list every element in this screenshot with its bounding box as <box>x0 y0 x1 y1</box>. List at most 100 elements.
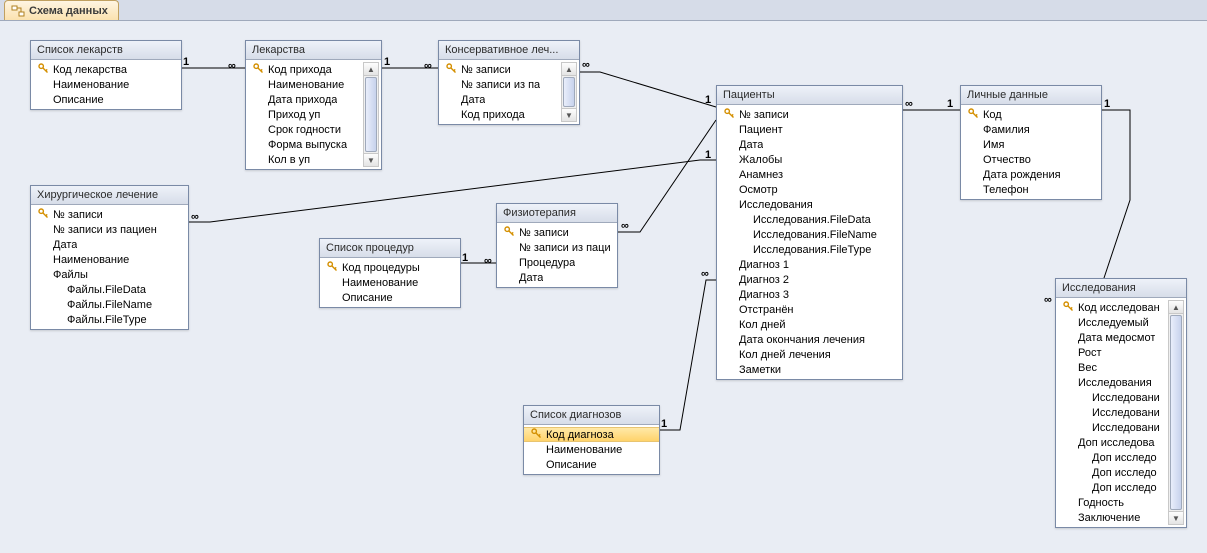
field-row[interactable]: Дата <box>439 92 563 107</box>
field-row[interactable]: Имя <box>961 137 1101 152</box>
scroll-thumb[interactable] <box>1170 315 1182 510</box>
scrollbar[interactable]: ▲▼ <box>561 62 577 122</box>
field-row[interactable]: Диагноз 1 <box>717 257 902 272</box>
table-title[interactable]: Пациенты <box>717 86 902 105</box>
scroll-thumb[interactable] <box>365 77 377 152</box>
table-fizioterapiya[interactable]: Физиотерапия № записи№ записи из пациПроц… <box>496 203 618 288</box>
scroll-down-icon[interactable]: ▼ <box>562 108 576 121</box>
field-row[interactable]: Кол в уп <box>246 152 365 167</box>
field-row[interactable]: Отстранён <box>717 302 902 317</box>
field-row[interactable]: Диагноз 3 <box>717 287 902 302</box>
field-row[interactable]: Код процедуры <box>320 260 460 275</box>
table-patsienty[interactable]: Пациенты№ записиПациентДатаЖалобыАнамнез… <box>716 85 903 380</box>
field-row[interactable]: Форма выпуска <box>246 137 365 152</box>
field-row[interactable]: № записи из па <box>439 77 563 92</box>
table-spisok-lekarstv[interactable]: Список лекарств Код лекарстваНаименование… <box>30 40 182 110</box>
scrollbar[interactable]: ▲▼ <box>1168 300 1184 525</box>
table-title[interactable]: Список процедур <box>320 239 460 258</box>
tab-schema[interactable]: Схема данных <box>4 0 119 20</box>
field-row[interactable]: Код прихода <box>246 62 365 77</box>
scroll-up-icon[interactable]: ▲ <box>364 63 378 76</box>
field-row[interactable]: Дата <box>497 270 617 285</box>
field-row[interactable]: Кол дней <box>717 317 902 332</box>
field-row[interactable]: Дата <box>717 137 902 152</box>
field-row[interactable]: Отчество <box>961 152 1101 167</box>
field-row[interactable]: Код исследован <box>1056 300 1170 315</box>
table-hirurgicheskoe[interactable]: Хирургическое лечение№ записи№ записи из… <box>30 185 189 330</box>
scroll-down-icon[interactable]: ▼ <box>1169 511 1183 524</box>
field-row[interactable]: Доп исследо <box>1056 465 1170 480</box>
field-row[interactable]: Фамилия <box>961 122 1101 137</box>
field-row[interactable]: Код прихода <box>439 107 563 122</box>
field-row[interactable]: −Файлы <box>31 267 188 282</box>
field-row[interactable]: Вес <box>1056 360 1170 375</box>
field-row[interactable]: Исследовани <box>1056 405 1170 420</box>
table-lichnye-dannye[interactable]: Личные данные КодФамилияИмяОтчествоДата р… <box>960 85 1102 200</box>
relationships-canvas[interactable]: { "tab": { "title": "Схема данных" }, "r… <box>0 0 1207 553</box>
field-row[interactable]: Исследуемый <box>1056 315 1170 330</box>
field-row[interactable]: −Исследования <box>717 197 902 212</box>
field-row[interactable]: № записи <box>497 225 617 240</box>
field-row[interactable]: Наименование <box>246 77 365 92</box>
field-row[interactable]: № записи из паци <box>497 240 617 255</box>
field-row[interactable]: Файлы.FileType <box>31 312 188 327</box>
field-row[interactable]: Наименование <box>31 77 181 92</box>
field-row[interactable]: Код диагноза <box>524 427 659 442</box>
field-row[interactable]: Кол дней лечения <box>717 347 902 362</box>
field-row[interactable]: Дата медосмот <box>1056 330 1170 345</box>
field-row[interactable]: Наименование <box>320 275 460 290</box>
scrollbar[interactable]: ▲▼ <box>363 62 379 167</box>
table-title[interactable]: Лекарства <box>246 41 381 60</box>
field-row[interactable]: Файлы.FileData <box>31 282 188 297</box>
table-issledovaniya[interactable]: Исследования Код исследованИсследуемыйДат… <box>1055 278 1187 528</box>
field-row[interactable]: −Исследования <box>1056 375 1170 390</box>
field-row[interactable]: Дата <box>31 237 188 252</box>
field-row[interactable]: Наименование <box>31 252 188 267</box>
field-row[interactable]: Заключение <box>1056 510 1170 525</box>
scroll-up-icon[interactable]: ▲ <box>562 63 576 76</box>
field-row[interactable]: Исследовани <box>1056 390 1170 405</box>
table-title[interactable]: Список лекарств <box>31 41 181 60</box>
field-row[interactable]: Осмотр <box>717 182 902 197</box>
table-title[interactable]: Физиотерапия <box>497 204 617 223</box>
field-row[interactable]: Анамнез <box>717 167 902 182</box>
table-konservativnoe[interactable]: Консервативное леч... № записи№ записи из… <box>438 40 580 125</box>
field-row[interactable]: № записи <box>439 62 563 77</box>
field-row[interactable]: Доп исследо <box>1056 450 1170 465</box>
field-row[interactable]: Наименование <box>524 442 659 457</box>
field-row[interactable]: Дата прихода <box>246 92 365 107</box>
table-title[interactable]: Консервативное леч... <box>439 41 579 60</box>
field-row[interactable]: Исследования.FileType <box>717 242 902 257</box>
scroll-down-icon[interactable]: ▼ <box>364 153 378 166</box>
field-row[interactable]: Исследования.FileName <box>717 227 902 242</box>
field-row[interactable]: № записи из пациен <box>31 222 188 237</box>
table-lekarstva[interactable]: Лекарства Код приходаНаименованиеДата при… <box>245 40 382 170</box>
table-title[interactable]: Исследования <box>1056 279 1186 298</box>
field-row[interactable]: Годность <box>1056 495 1170 510</box>
field-row[interactable]: Код <box>961 107 1101 122</box>
field-row[interactable]: Доп исследо <box>1056 480 1170 495</box>
field-row[interactable]: Диагноз 2 <box>717 272 902 287</box>
field-row[interactable]: Исследовани <box>1056 420 1170 435</box>
field-row[interactable]: № записи <box>31 207 188 222</box>
field-row[interactable]: Дата рождения <box>961 167 1101 182</box>
scroll-up-icon[interactable]: ▲ <box>1169 301 1183 314</box>
field-row[interactable]: Процедура <box>497 255 617 270</box>
field-row[interactable]: Код лекарства <box>31 62 181 77</box>
field-row[interactable]: Описание <box>524 457 659 472</box>
table-title[interactable]: Личные данные <box>961 86 1101 105</box>
table-spisok-protsedur[interactable]: Список процедур Код процедурыНаименование… <box>319 238 461 308</box>
scroll-thumb[interactable] <box>563 77 575 107</box>
field-row[interactable]: Пациент <box>717 122 902 137</box>
field-row[interactable]: Телефон <box>961 182 1101 197</box>
field-row[interactable]: Рост <box>1056 345 1170 360</box>
field-row[interactable]: Описание <box>320 290 460 305</box>
field-row[interactable]: Исследования.FileData <box>717 212 902 227</box>
field-row[interactable]: № записи <box>717 107 902 122</box>
field-row[interactable]: Дата окончания лечения <box>717 332 902 347</box>
field-row[interactable]: Файлы.FileName <box>31 297 188 312</box>
field-row[interactable]: −Доп исследова <box>1056 435 1170 450</box>
table-spisok-diagnozov[interactable]: Список диагнозовКод диагнозаНаименование… <box>523 405 660 475</box>
field-row[interactable]: Приход уп <box>246 107 365 122</box>
field-row[interactable]: Заметки <box>717 362 902 377</box>
